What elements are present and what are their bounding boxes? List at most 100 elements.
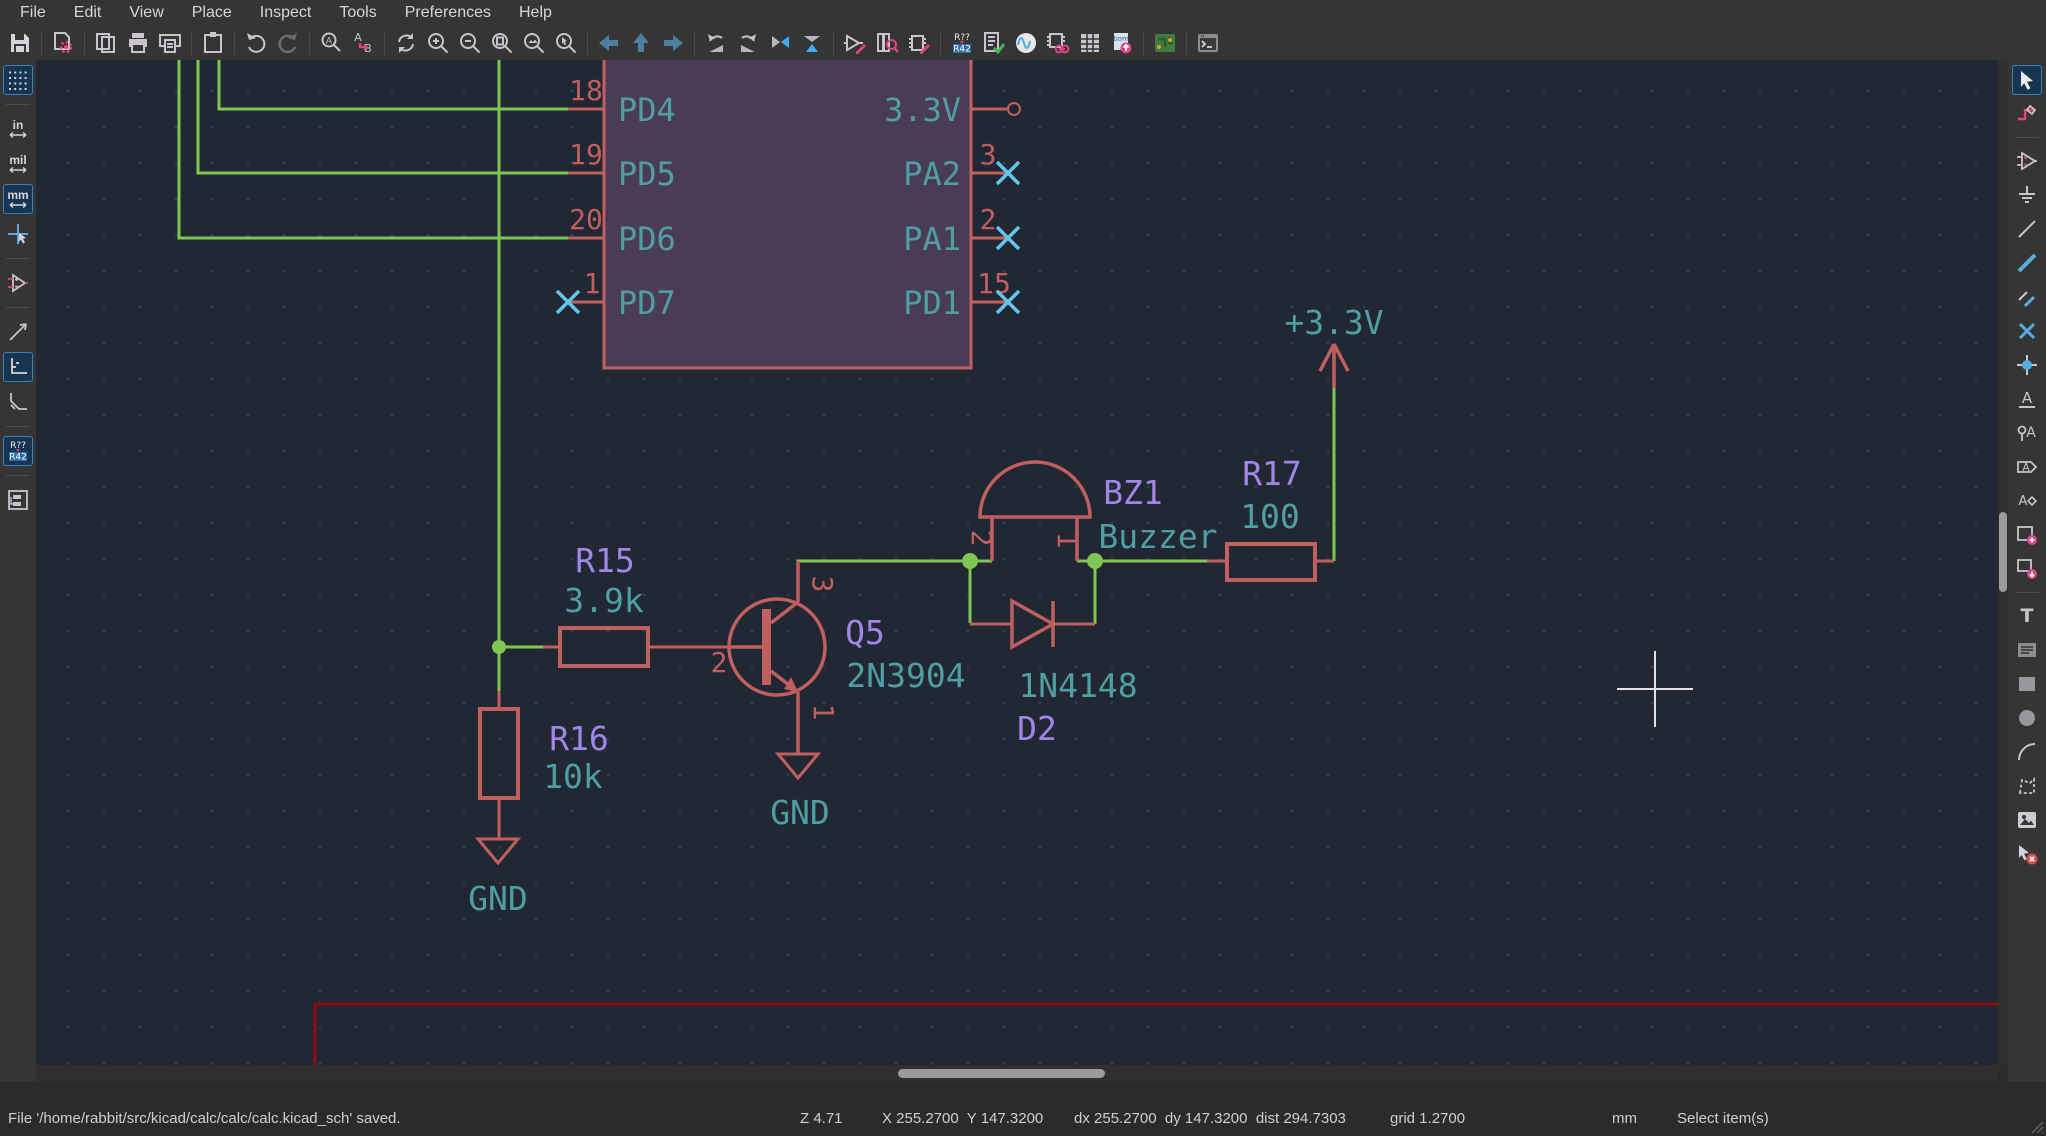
status-zoom: Z 4.71 (800, 1110, 843, 1127)
add-hierarchical-label-button[interactable]: A (2012, 486, 2042, 516)
erc-button[interactable] (978, 28, 1010, 58)
nav-back-button[interactable] (593, 28, 625, 58)
add-text-button[interactable]: T (2012, 601, 2042, 631)
menu-edit[interactable]: Edit (62, 2, 114, 24)
gnd-symbol-r16[interactable]: GND (468, 839, 528, 918)
angle45-wires-button[interactable] (3, 387, 33, 417)
select-tool-button[interactable] (2012, 65, 2042, 95)
svg-text:R42: R42 (953, 44, 971, 54)
refresh-button[interactable] (390, 28, 422, 58)
svg-text:bom: bom (1113, 35, 1129, 43)
mirror-horizontal-button[interactable] (796, 28, 828, 58)
zoom-selection-button[interactable] (550, 28, 582, 58)
menu-help[interactable]: Help (507, 2, 564, 24)
units-inches-button[interactable]: in (3, 114, 33, 144)
power-symbol-3v3[interactable]: +3.3V (1284, 303, 1383, 388)
resistor-r17[interactable]: R17 100 (1207, 454, 1334, 580)
save-button[interactable] (4, 28, 36, 58)
nav-forward-icon (661, 31, 685, 55)
add-symbol-button[interactable] (2012, 146, 2042, 176)
symbol-editor-button[interactable] (839, 28, 871, 58)
cursor-shape-button[interactable] (3, 219, 33, 249)
grid-visibility-button[interactable] (3, 65, 33, 95)
add-textbox-button[interactable] (2012, 635, 2042, 665)
find-replace-button[interactable]: AB (347, 28, 379, 58)
zoom-in-button[interactable] (422, 28, 454, 58)
svg-text:1: 1 (1051, 532, 1084, 549)
buzzer-bz1[interactable]: 2 1 BZ1 Buzzer (965, 462, 1218, 561)
svg-text:20: 20 (569, 203, 603, 236)
add-sheet-button[interactable] (2012, 520, 2042, 550)
add-netclass-directive-button[interactable]: A (2012, 418, 2042, 448)
nav-up-button[interactable] (625, 28, 657, 58)
hidden-pins-button[interactable] (3, 268, 33, 298)
add-junction-button[interactable] (2012, 350, 2042, 380)
menu-inspect[interactable]: Inspect (248, 2, 324, 24)
gnd-symbol-q5[interactable]: GND (770, 754, 830, 832)
mirror-vertical-button[interactable] (764, 28, 796, 58)
resistor-r15[interactable]: R15 3.9k (543, 541, 729, 666)
add-global-label-button[interactable]: A (2012, 452, 2042, 482)
resistor-r16[interactable]: R16 10k (480, 691, 609, 839)
menu-place[interactable]: Place (180, 2, 244, 24)
highlight-net-button[interactable] (2012, 99, 2042, 129)
redo-button[interactable] (272, 28, 304, 58)
page-settings-button[interactable] (90, 28, 122, 58)
horizontal-scrollbar[interactable] (36, 1065, 1998, 1082)
units-mm-button[interactable]: mm (3, 184, 33, 214)
add-arc-button[interactable] (2012, 737, 2042, 767)
delete-tool-button[interactable] (2012, 839, 2042, 869)
vertical-scrollbar[interactable] (1998, 60, 2008, 1065)
hierarchy-navigator-button[interactable] (3, 485, 33, 515)
add-polygon-button[interactable] (2012, 771, 2042, 801)
schematic-setup-button[interactable] (47, 28, 79, 58)
scripting-console-button[interactable] (1192, 28, 1224, 58)
add-rectangle-icon (2016, 673, 2038, 695)
plot-button[interactable] (154, 28, 186, 58)
menu-view[interactable]: View (117, 2, 175, 24)
add-bus-entry-button[interactable] (2012, 282, 2042, 312)
zoom-objects-button[interactable] (518, 28, 550, 58)
free-angle-wires-button[interactable] (3, 317, 33, 347)
add-net-label-icon: A (2016, 388, 2038, 410)
hv-wires-button[interactable] (3, 352, 33, 382)
bom-button[interactable]: bom (1106, 28, 1138, 58)
menu-preferences[interactable]: Preferences (393, 2, 503, 24)
undo-button[interactable] (240, 28, 272, 58)
find-button[interactable]: A (315, 28, 347, 58)
nav-forward-button[interactable] (657, 28, 689, 58)
add-net-label-button[interactable]: A (2012, 384, 2042, 414)
add-power-button[interactable] (2012, 180, 2042, 210)
symbol-fields-table-button[interactable] (1074, 28, 1106, 58)
pcb-editor-button[interactable] (1149, 28, 1181, 58)
add-image-button[interactable] (2012, 805, 2042, 835)
menu-tools[interactable]: Tools (327, 2, 388, 24)
rotate-cw-button[interactable] (732, 28, 764, 58)
add-rectangle-button[interactable] (2012, 669, 2042, 699)
menu-file[interactable]: File (8, 2, 58, 24)
zoom-fit-button[interactable] (486, 28, 518, 58)
simulator-button[interactable] (1010, 28, 1042, 58)
transistor-q5[interactable]: 3 2 1 Q5 2N3904 (711, 561, 966, 754)
units-mils-button[interactable]: mil (3, 149, 33, 179)
add-bus-button[interactable] (2012, 248, 2042, 278)
rotate-ccw-button[interactable] (700, 28, 732, 58)
assign-footprints-button[interactable] (1042, 28, 1074, 58)
ic-symbol[interactable]: 18 19 20 1 3 2 15 PD4 PD5 PD6 PD7 3.3V P… (568, 60, 1020, 368)
zoom-out-button[interactable] (454, 28, 486, 58)
import-sheet-pin-button[interactable] (2012, 554, 2042, 584)
print-button[interactable] (122, 28, 154, 58)
add-no-connect-button[interactable] (2012, 316, 2042, 346)
vertical-scrollbar-thumb[interactable] (1999, 512, 2007, 592)
add-circle-button[interactable] (2012, 703, 2042, 733)
annotate-auto-button[interactable]: R??R42 (3, 436, 33, 466)
schematic-canvas[interactable]: 18 19 20 1 3 2 15 PD4 PD5 PD6 PD7 3.3V P… (36, 60, 1998, 1065)
symbol-library-browser-button[interactable] (871, 28, 903, 58)
diode-d2[interactable]: 1N4148 D2 (970, 601, 1138, 748)
add-wire-button[interactable] (2012, 214, 2042, 244)
resize-grip[interactable] (2028, 1118, 2044, 1134)
horizontal-scrollbar-thumb[interactable] (898, 1069, 1105, 1078)
annotate-button[interactable]: R??R42 (946, 28, 978, 58)
footprint-editor-button[interactable] (903, 28, 935, 58)
paste-button[interactable] (197, 28, 229, 58)
